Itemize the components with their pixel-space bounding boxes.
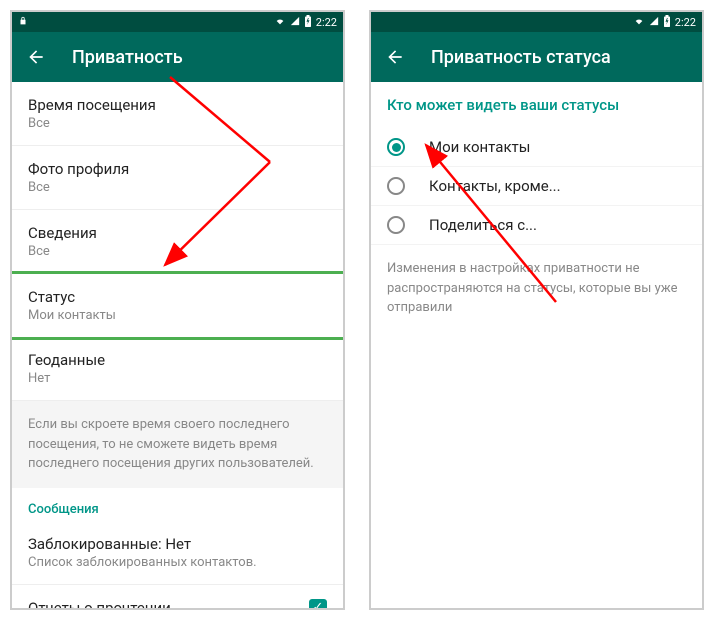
item-status[interactable]: Статус Мои контакты [12, 271, 343, 340]
radio-icon [387, 177, 405, 195]
status-time: 2:22 [316, 16, 337, 29]
radio-icon [387, 216, 405, 234]
phone-screen-status-privacy: 2:22 Приватность статуса Кто может видет… [369, 10, 704, 610]
page-title: Приватность [72, 47, 183, 68]
info-text: Если вы скроете время своего последнего … [12, 401, 343, 488]
item-read-receipts[interactable]: Отчеты о прочтении ✓ [12, 585, 343, 609]
option-contacts-except[interactable]: Контакты, кроме... [371, 167, 702, 206]
signal-icon [290, 16, 300, 29]
settings-list: Время посещения Все Фото профиля Все Све… [12, 82, 343, 608]
battery-icon [663, 15, 671, 30]
phone-screen-privacy: 2:22 Приватность Время посещения Все Фот… [10, 10, 345, 610]
back-button[interactable] [383, 45, 407, 69]
section-who-can-see: Кто может видеть ваши статусы [371, 82, 702, 128]
status-privacy-options: Кто может видеть ваши статусы Мои контак… [371, 82, 702, 608]
wifi-icon [633, 16, 645, 29]
item-blocked[interactable]: Заблокированные: Нет Список заблокирован… [12, 521, 343, 585]
action-bar: Приватность статуса [371, 32, 702, 82]
signal-icon [649, 16, 659, 29]
status-bar: 2:22 [12, 12, 343, 32]
status-bar: 2:22 [371, 12, 702, 32]
section-messages: Сообщения [12, 488, 343, 521]
item-last-seen[interactable]: Время посещения Все [12, 82, 343, 146]
option-share-with[interactable]: Поделиться с... [371, 206, 702, 245]
item-geodata[interactable]: Геоданные Нет [12, 337, 343, 401]
back-button[interactable] [24, 45, 48, 69]
lock-icon [18, 16, 28, 29]
page-title: Приватность статуса [431, 47, 611, 68]
option-my-contacts[interactable]: Мои контакты [371, 128, 702, 167]
item-about[interactable]: Сведения Все [12, 210, 343, 274]
item-profile-photo[interactable]: Фото профиля Все [12, 146, 343, 210]
hint-text: Изменения в настройках приватности не ра… [371, 245, 702, 332]
action-bar: Приватность [12, 32, 343, 82]
radio-selected-icon [387, 138, 405, 156]
battery-icon [304, 15, 312, 30]
status-time: 2:22 [675, 16, 696, 29]
checkbox-checked-icon[interactable]: ✓ [309, 599, 327, 609]
wifi-icon [274, 16, 286, 29]
